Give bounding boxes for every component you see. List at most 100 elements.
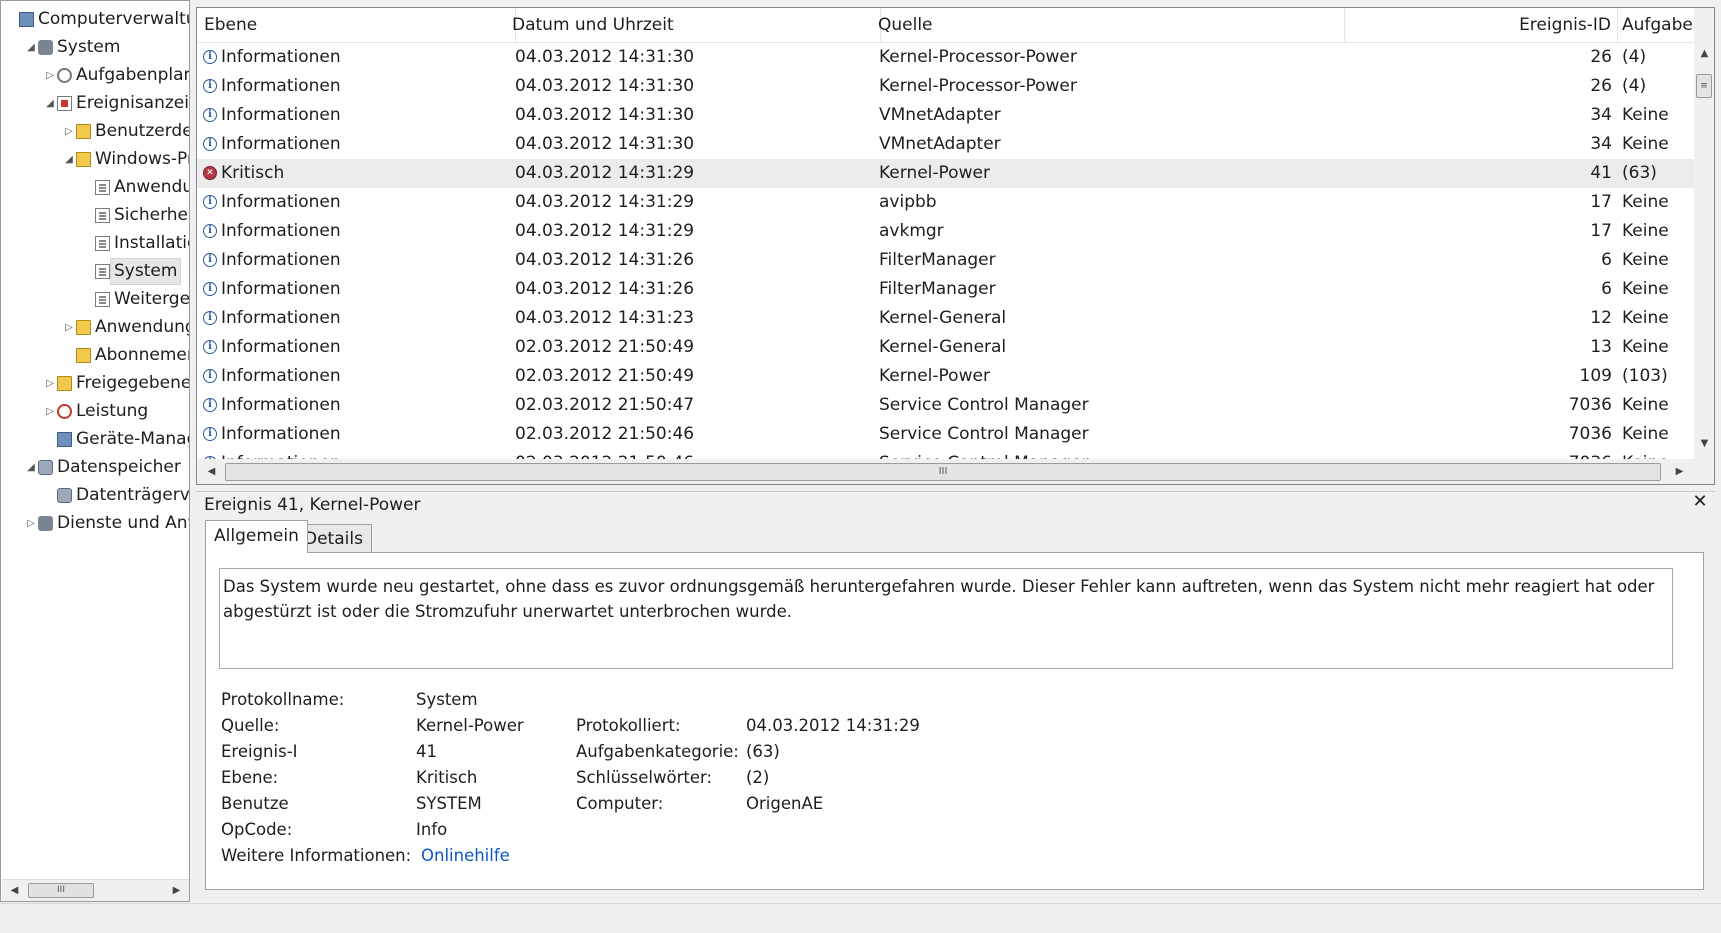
event-row[interactable]: i Informationen 04.03.2012 14:31:30 VMnetAd… <box>197 101 1694 130</box>
horizontal-scroll-thumb[interactable]: III <box>225 463 1661 481</box>
scroll-right-icon[interactable]: ▶ <box>1671 462 1688 481</box>
tree-node[interactable]: Geräte-Manager <box>1 426 189 453</box>
event-source: VMnetAdapter <box>879 134 1001 154</box>
field-label-source: Quelle: <box>221 716 280 735</box>
event-level: Informationen <box>221 279 341 299</box>
expanded-arrow-icon[interactable]: ◢ <box>26 34 36 61</box>
tree-node[interactable]: Datenträgerverwaltung <box>1 482 189 509</box>
tree-scroll-thumb[interactable]: III <box>28 883 94 898</box>
navigation-tree: Computerverwaltung◢System▷Aufgabenplanun… <box>0 0 190 902</box>
tree-node[interactable]: ▷ Leistung <box>1 398 189 425</box>
field-value-keywords: (2) <box>746 768 770 787</box>
vertical-scroll-thumb[interactable]: ≡ <box>1696 74 1712 98</box>
tree-node[interactable]: ▷ Aufgabenplanung <box>1 62 189 89</box>
column-header-datetime[interactable]: Datum und Uhrzeit <box>512 8 881 42</box>
vertical-scrollbar[interactable]: ▲ ≡ ▼ <box>1694 8 1714 459</box>
online-help-link[interactable]: Onlinehilfe <box>421 846 510 865</box>
log-icon <box>95 236 110 251</box>
collapsed-arrow-icon[interactable]: ▷ <box>64 118 74 145</box>
collapsed-arrow-icon[interactable]: ▷ <box>45 398 55 425</box>
event-id: 26 <box>1590 76 1612 96</box>
event-row[interactable]: i Informationen 04.03.2012 14:31:26 FilterM… <box>197 246 1694 275</box>
field-value-task-category: (63) <box>746 742 780 761</box>
tree-node[interactable]: Computerverwaltung <box>1 6 189 33</box>
event-list: Ebene Datum und Uhrzeit Quelle Ereignis-… <box>196 7 1715 485</box>
expanded-arrow-icon[interactable]: ◢ <box>64 146 74 173</box>
column-header-source[interactable]: Quelle <box>878 8 1345 42</box>
event-row[interactable]: i Informationen 04.03.2012 14:31:30 Kernel-… <box>197 43 1694 72</box>
event-id: 17 <box>1590 221 1612 241</box>
info-icon: i <box>203 311 217 325</box>
detail-title: Ereignis 41, Kernel-Power <box>196 491 1715 517</box>
event-datetime: 02.03.2012 21:50:49 <box>515 366 695 386</box>
event-row[interactable]: i Informationen 04.03.2012 14:31:26 FilterM… <box>197 275 1694 304</box>
tree-node-label: Windows-Protokolle <box>95 149 189 169</box>
tree-node[interactable]: Anwendung <box>1 174 189 201</box>
scroll-right-icon[interactable]: ▶ <box>168 881 185 900</box>
tree-node[interactable]: Sicherheit <box>1 202 189 229</box>
expanded-arrow-icon[interactable]: ◢ <box>45 90 55 117</box>
event-id: 109 <box>1579 366 1612 386</box>
tree-horizontal-scrollbar[interactable]: ◀ III ▶ <box>2 879 189 901</box>
collapsed-arrow-icon[interactable]: ▷ <box>64 314 74 341</box>
tree-node[interactable]: Abonnements <box>1 342 189 369</box>
event-row[interactable]: i Informationen 02.03.2012 21:50:49 Kernel-… <box>197 333 1694 362</box>
event-category: (103) <box>1622 366 1668 386</box>
tree-node[interactable]: ◢ Ereignisanzeige <box>1 90 189 117</box>
tree-node[interactable]: ◢ Datenspeicher <box>1 454 189 481</box>
tree-node[interactable]: System <box>1 258 189 285</box>
tree-node-label: System <box>110 258 182 285</box>
folder-icon <box>76 320 91 335</box>
tree-node[interactable]: ◢ System <box>1 34 189 61</box>
scroll-up-icon[interactable]: ▲ <box>1696 44 1713 63</box>
tree-node[interactable]: ▷ Anwendungs <box>1 314 189 341</box>
tree-node[interactable]: Installation <box>1 230 189 257</box>
tree-node-label: Sicherheit <box>114 205 189 225</box>
tree-node[interactable]: ◢ Windows-Protokolle <box>1 146 189 173</box>
event-row[interactable]: i Informationen 04.03.2012 14:31:23 Kernel-… <box>197 304 1694 333</box>
event-category: (4) <box>1622 47 1647 67</box>
services-icon <box>38 516 53 531</box>
event-row[interactable]: i Informationen 04.03.2012 14:31:30 Kernel-… <box>197 72 1694 101</box>
column-header-event-id[interactable]: Ereignis-ID <box>1345 8 1618 42</box>
scroll-left-icon[interactable]: ◀ <box>203 462 220 481</box>
event-id: 34 <box>1590 105 1612 125</box>
collapsed-arrow-icon[interactable]: ▷ <box>26 510 36 537</box>
event-row[interactable]: i Informationen 02.03.2012 21:50:49 Kernel-… <box>197 362 1694 391</box>
scroll-down-icon[interactable]: ▼ <box>1696 434 1713 453</box>
column-header-level[interactable]: Ebene <box>197 8 516 42</box>
event-row[interactable]: i Informationen 04.03.2012 14:31:29 avipbb 1… <box>197 188 1694 217</box>
clock-icon <box>57 68 72 83</box>
tree-node[interactable]: ▷ Dienste und Anwendungen <box>1 510 189 537</box>
horizontal-scrollbar[interactable]: ◀ III ▶ <box>197 459 1714 484</box>
expanded-arrow-icon[interactable]: ◢ <box>26 454 36 481</box>
event-datetime: 04.03.2012 14:31:29 <box>515 192 695 212</box>
computer-icon <box>19 12 34 27</box>
tab-allgemein[interactable]: Allgemein <box>205 520 308 553</box>
field-label-log-name: Protokollname: <box>221 690 345 709</box>
tree-node[interactable]: ▷ Benutzerdefinierte <box>1 118 189 145</box>
tree-node[interactable]: ▷ Freigegebene Ordner <box>1 370 189 397</box>
log-icon <box>95 180 110 195</box>
folder-icon <box>76 348 91 363</box>
event-description[interactable]: Das System wurde neu gestartet, ohne das… <box>219 568 1673 669</box>
event-row[interactable]: i Informationen 04.03.2012 14:31:29 avkmgr 1… <box>197 217 1694 246</box>
event-row[interactable]: i Informationen 02.03.2012 21:50:46 Service… <box>197 420 1694 449</box>
scroll-left-icon[interactable]: ◀ <box>6 881 23 900</box>
collapsed-arrow-icon[interactable]: ▷ <box>45 370 55 397</box>
field-label-opcode: OpCode: <box>221 820 293 839</box>
collapsed-arrow-icon[interactable]: ▷ <box>45 62 55 89</box>
event-row[interactable]: ✕ Kritisch 04.03.2012 14:31:29 Kernel-Power… <box>197 159 1694 188</box>
event-datetime: 04.03.2012 14:31:29 <box>515 163 695 183</box>
event-id: 7036 <box>1568 424 1612 444</box>
event-level: Informationen <box>221 395 341 415</box>
event-row[interactable]: i Informationen 02.03.2012 21:50:47 Service… <box>197 391 1694 420</box>
info-icon: i <box>203 369 217 383</box>
column-header-datetime-label: Datum und Uhrzeit <box>512 15 674 35</box>
close-icon[interactable]: ✕ <box>1690 492 1710 512</box>
event-source: Kernel-Processor-Power <box>879 76 1077 96</box>
event-source: FilterManager <box>879 250 996 270</box>
tree-node-label: Abonnements <box>95 345 189 365</box>
event-row[interactable]: i Informationen 04.03.2012 14:31:30 VMnetAd… <box>197 130 1694 159</box>
tree-node[interactable]: Weitergeleitete <box>1 286 189 313</box>
